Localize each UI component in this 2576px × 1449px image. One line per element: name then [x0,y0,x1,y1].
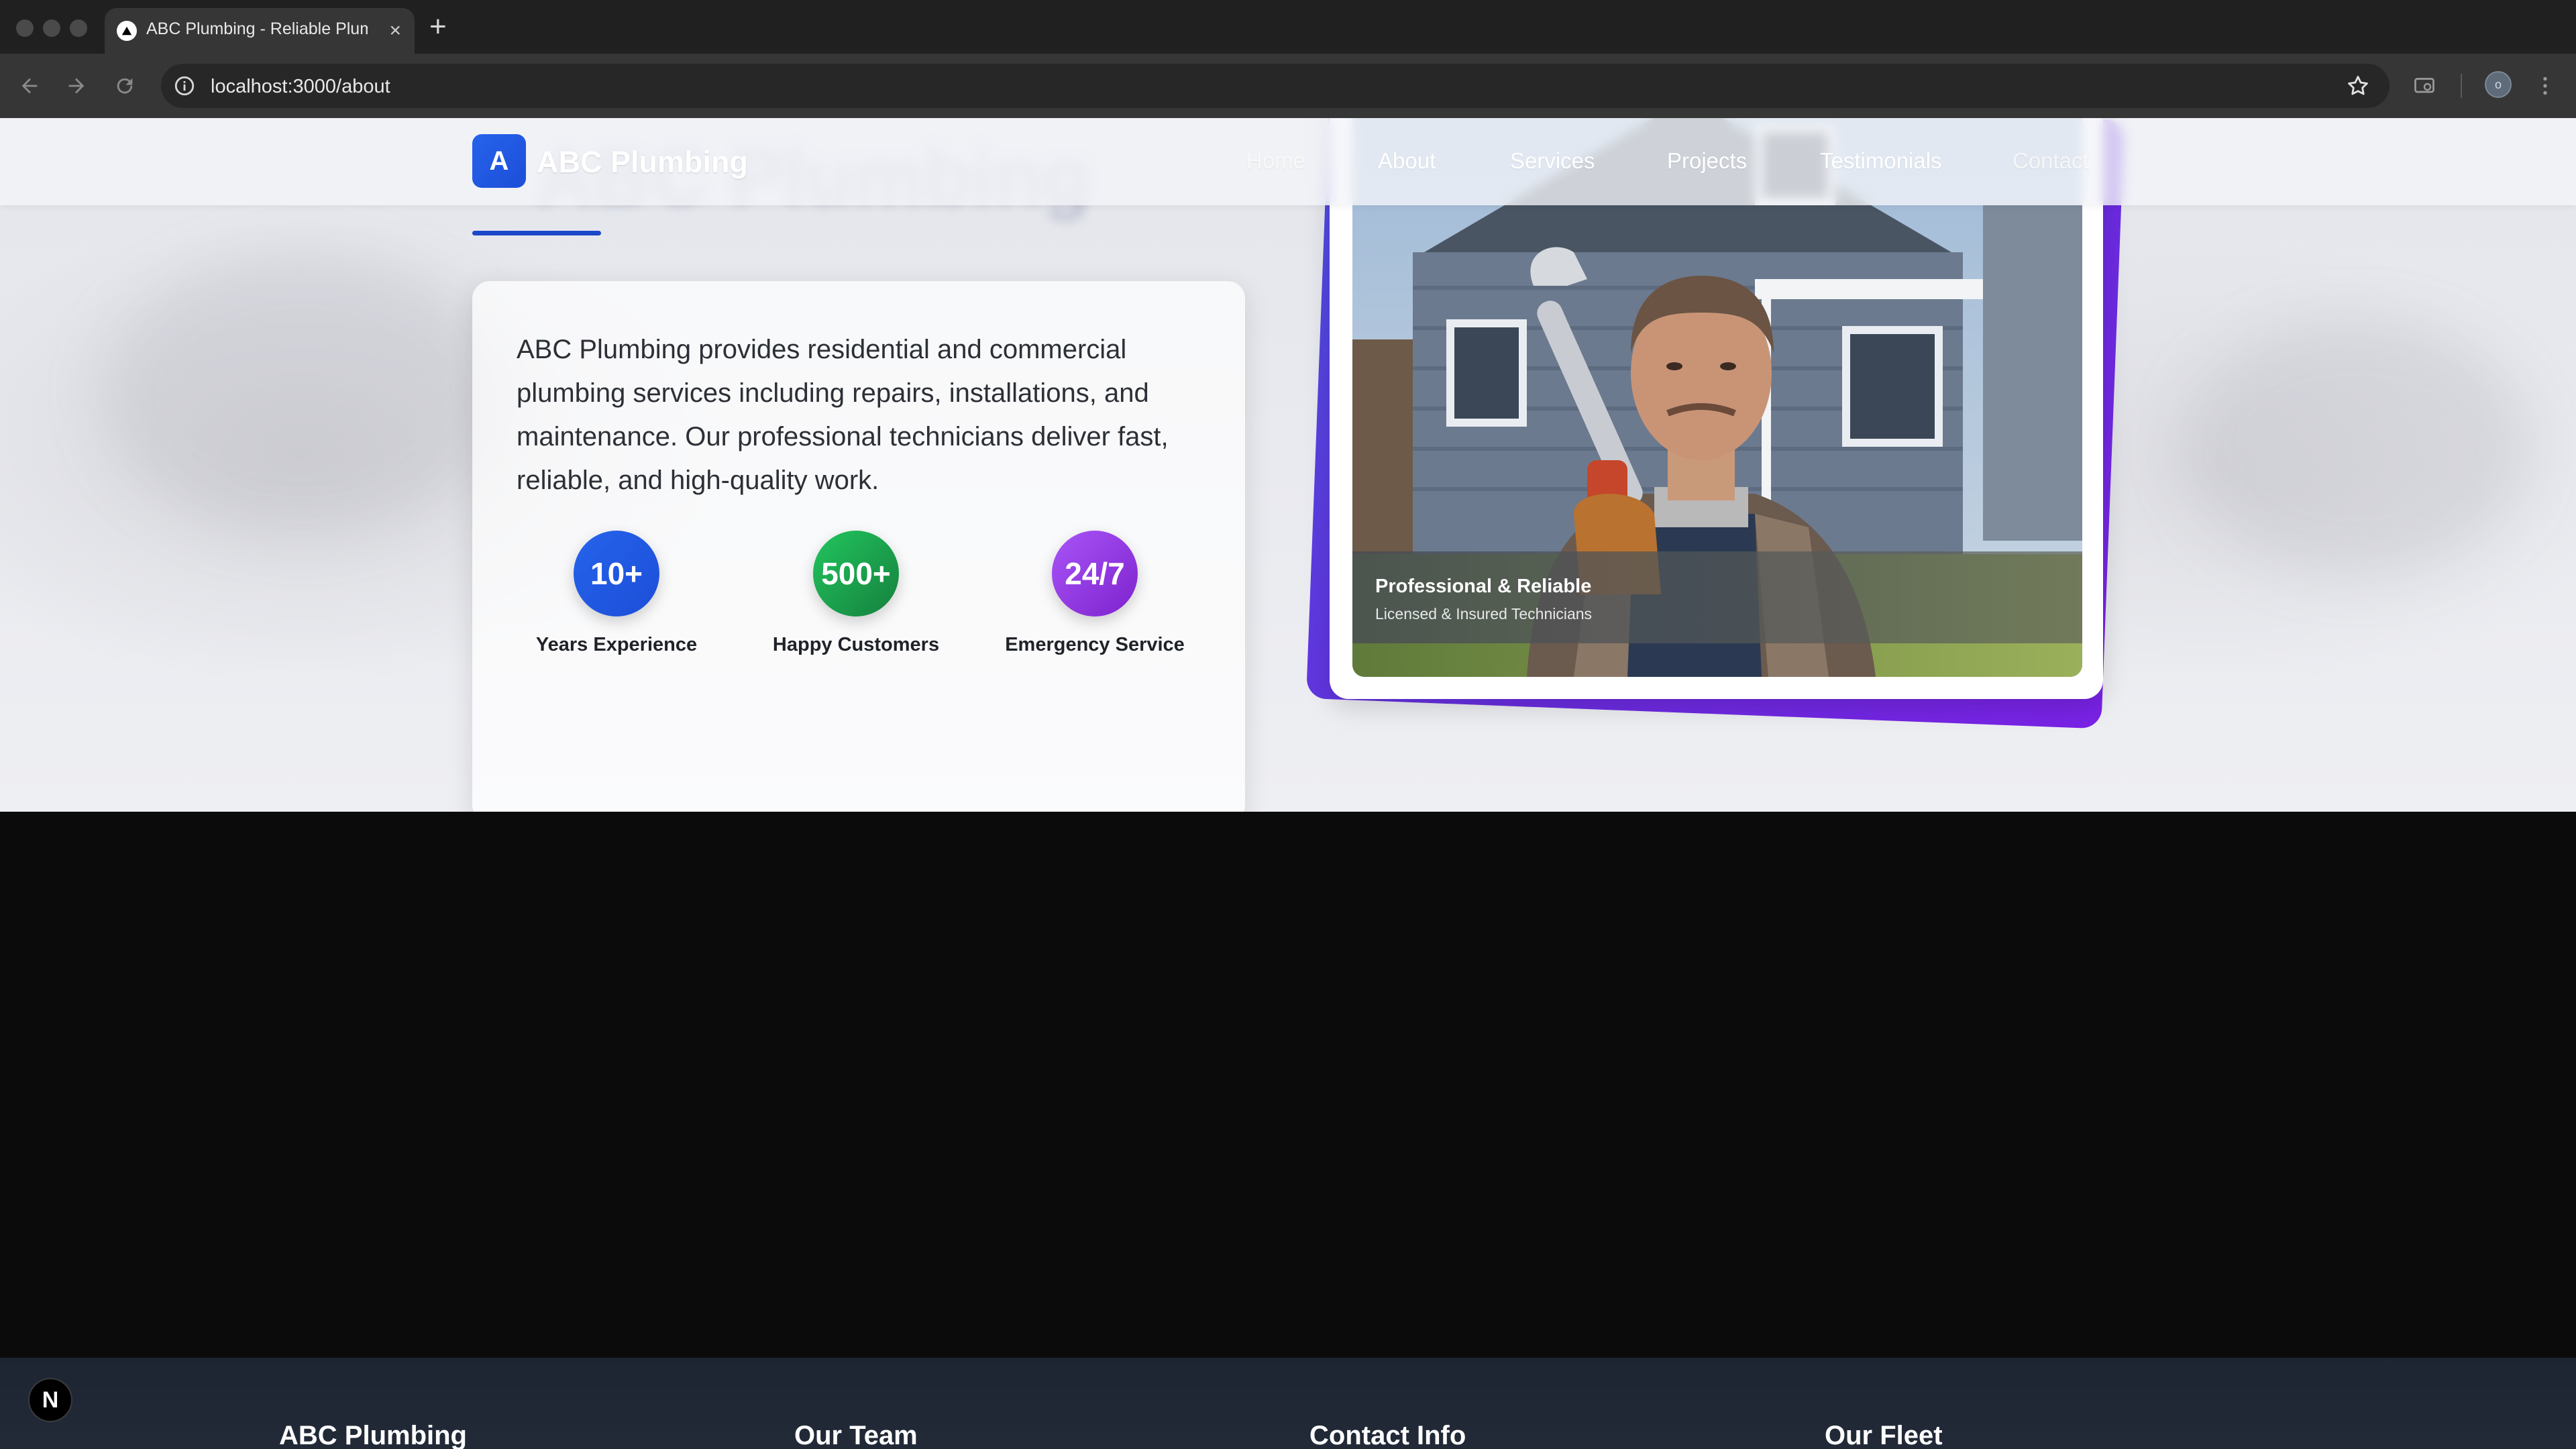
nav-link-contact[interactable]: Contact [2012,148,2089,174]
stat-emergency: 24/7 Emergency Service [998,531,1192,656]
nextjs-favicon-icon [117,21,137,41]
nav-link-home[interactable]: Home [1246,148,1305,174]
background-blur [2180,319,2529,574]
footer-heading-fleet: Our Fleet [1825,1421,1943,1449]
page-viewport: ABC Plumbing ABC Plumbing provides resid… [0,118,2576,1449]
logo-icon[interactable]: A [472,134,526,188]
stat-label: Years Experience [535,634,698,655]
window-zoom-button[interactable] [70,19,87,37]
footer-heading-team: Our Team [794,1421,918,1449]
tab-close-icon[interactable]: × [389,17,401,44]
reload-icon[interactable] [109,70,141,102]
stat-value: 10+ [574,531,659,616]
stat-customers: 500+ Happy Customers [759,531,953,656]
site-footer: ABC Plumbing Our Team Contact Info Our F… [0,1358,2576,1449]
stat-value: 500+ [813,531,899,616]
footer-heading-contact: Contact Info [1309,1421,1466,1449]
browser-tab[interactable]: ABC Plumbing - Reliable Plum × [105,8,415,54]
site-navbar: A ABC Plumbing Home About Services Proje… [0,118,2576,205]
forward-icon[interactable] [60,70,93,102]
back-icon[interactable] [13,70,46,102]
url-text: localhost:3000/about [211,76,390,97]
window-minimize-button[interactable] [43,19,60,37]
photo-caption: Professional & Reliable Licensed & Insur… [1352,551,2082,643]
nav-link-about[interactable]: About [1378,148,1436,174]
browser-toolbar: localhost:3000/about [0,54,2576,118]
toolbar-separator [2461,74,2462,98]
tab-title: ABC Plumbing - Reliable Plum [146,19,368,38]
stat-label: Emergency Service [1005,634,1185,655]
address-bar[interactable]: localhost:3000/about [161,64,2390,108]
stat-value: 24/7 [1052,531,1138,616]
about-description: ABC Plumbing provides residential and co… [517,335,1169,495]
new-tab-button[interactable]: + [429,11,447,43]
browser-menu-icon[interactable] [2530,71,2560,101]
bookmark-star-icon[interactable] [2345,73,2371,99]
nav-link-services[interactable]: Services [1510,148,1595,174]
caption-title: Professional & Reliable [1375,576,1592,597]
browser-chrome: ABC Plumbing - Reliable Plum × + localho… [0,0,2576,118]
nextjs-dev-indicator-icon[interactable]: N [28,1378,72,1422]
caption-subtitle: Licensed & Insured Technicians [1375,605,1593,623]
brand-name[interactable]: ABC Plumbing [537,145,748,180]
footer-heading-company: ABC Plumbing [279,1421,467,1449]
window-close-button[interactable] [16,19,34,37]
reading-mode-icon[interactable] [2410,71,2439,101]
nav-link-testimonials[interactable]: Testimonials [1820,148,1942,174]
stat-years: 10+ Years Experience [519,531,714,656]
stat-label: Happy Customers [772,634,940,655]
profile-avatar[interactable]: o [2485,71,2512,98]
about-card: ABC Plumbing provides residential and co… [472,281,1245,812]
background-blur [101,252,503,534]
title-underline [472,231,601,235]
nav-link-projects[interactable]: Projects [1667,148,1747,174]
tab-strip: ABC Plumbing - Reliable Plum × + [0,0,2576,54]
about-section: ABC Plumbing ABC Plumbing provides resid… [0,118,2576,812]
site-info-icon[interactable] [173,74,196,97]
